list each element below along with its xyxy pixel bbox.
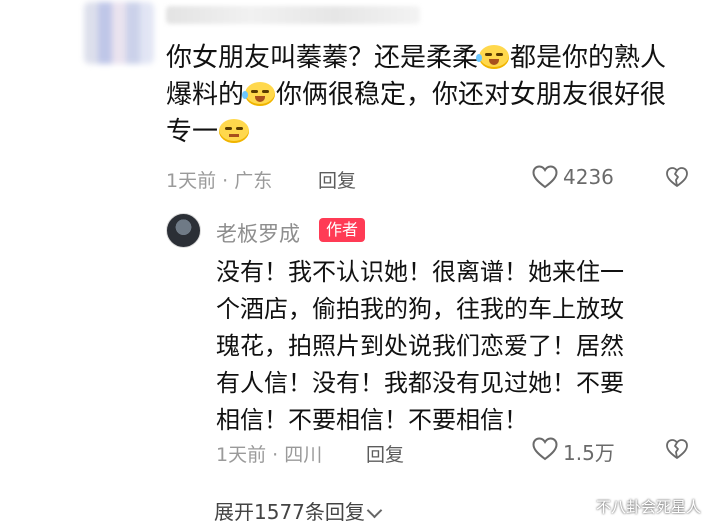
smirk-emoji [219, 119, 250, 143]
author-badge: 作者 [319, 218, 365, 242]
reply-line-5: 相信！不要相信！不要相信！ [216, 406, 528, 434]
author-avatar[interactable] [166, 213, 201, 248]
chevron-down-icon [366, 502, 383, 519]
comment-text-part: 爆料的 [166, 80, 245, 110]
reply-line-4: 有人信！没有！我都没有见过她！不要 [216, 369, 624, 397]
blurred-avatar[interactable] [84, 2, 154, 64]
comment-timestamp-location: 1天前 · 广东 [166, 170, 273, 192]
comment-line-1: 你女朋友叫蓁蓁？还是柔柔 都是你的熟人 [166, 40, 666, 77]
like-count: 1.5万 [563, 441, 615, 465]
expand-replies-label: 展开1577条回复 [214, 500, 365, 524]
reply-line-3: 瑰花，拍照片到处说我们恋爱了！居然 [216, 332, 624, 360]
blurred-username[interactable] [166, 6, 420, 24]
reply-timestamp-location: 1天前 · 四川 [216, 444, 323, 466]
laugh-cry-emoji [242, 82, 276, 106]
reply-button[interactable]: 回复 [366, 440, 404, 467]
comment-line-3: 专一 [166, 114, 250, 151]
comment-text-part: 专一 [166, 117, 219, 147]
reply-button[interactable]: 回复 [318, 166, 356, 193]
like-count: 4236 [563, 165, 614, 189]
comment-text-part: 你俩很稳定，你还对女朋友很好很 [276, 80, 667, 110]
watermark: 不八卦会死星人 [596, 498, 702, 516]
author-name[interactable]: 老板罗成 [216, 218, 300, 248]
heart-outline-icon[interactable] [532, 165, 558, 189]
comment-text-part: 你女朋友叫蓁蓁？还是柔柔 [166, 43, 479, 73]
broken-heart-icon[interactable] [665, 438, 689, 460]
laugh-cry-emoji [476, 45, 510, 69]
heart-outline-icon[interactable] [532, 437, 558, 461]
reply-line-2: 个酒店，偷拍我的狗，往我的车上放玫 [216, 295, 624, 323]
broken-heart-icon[interactable] [665, 166, 689, 188]
expand-replies-button[interactable]: 展开1577条回复 [214, 496, 383, 525]
reply-line-1: 没有！我不认识她！很离谱！她来住一 [216, 258, 624, 286]
comment-text-part: 都是你的熟人 [510, 43, 667, 73]
comment-line-2: 爆料的 你俩很稳定，你还对女朋友很好很 [166, 77, 666, 114]
